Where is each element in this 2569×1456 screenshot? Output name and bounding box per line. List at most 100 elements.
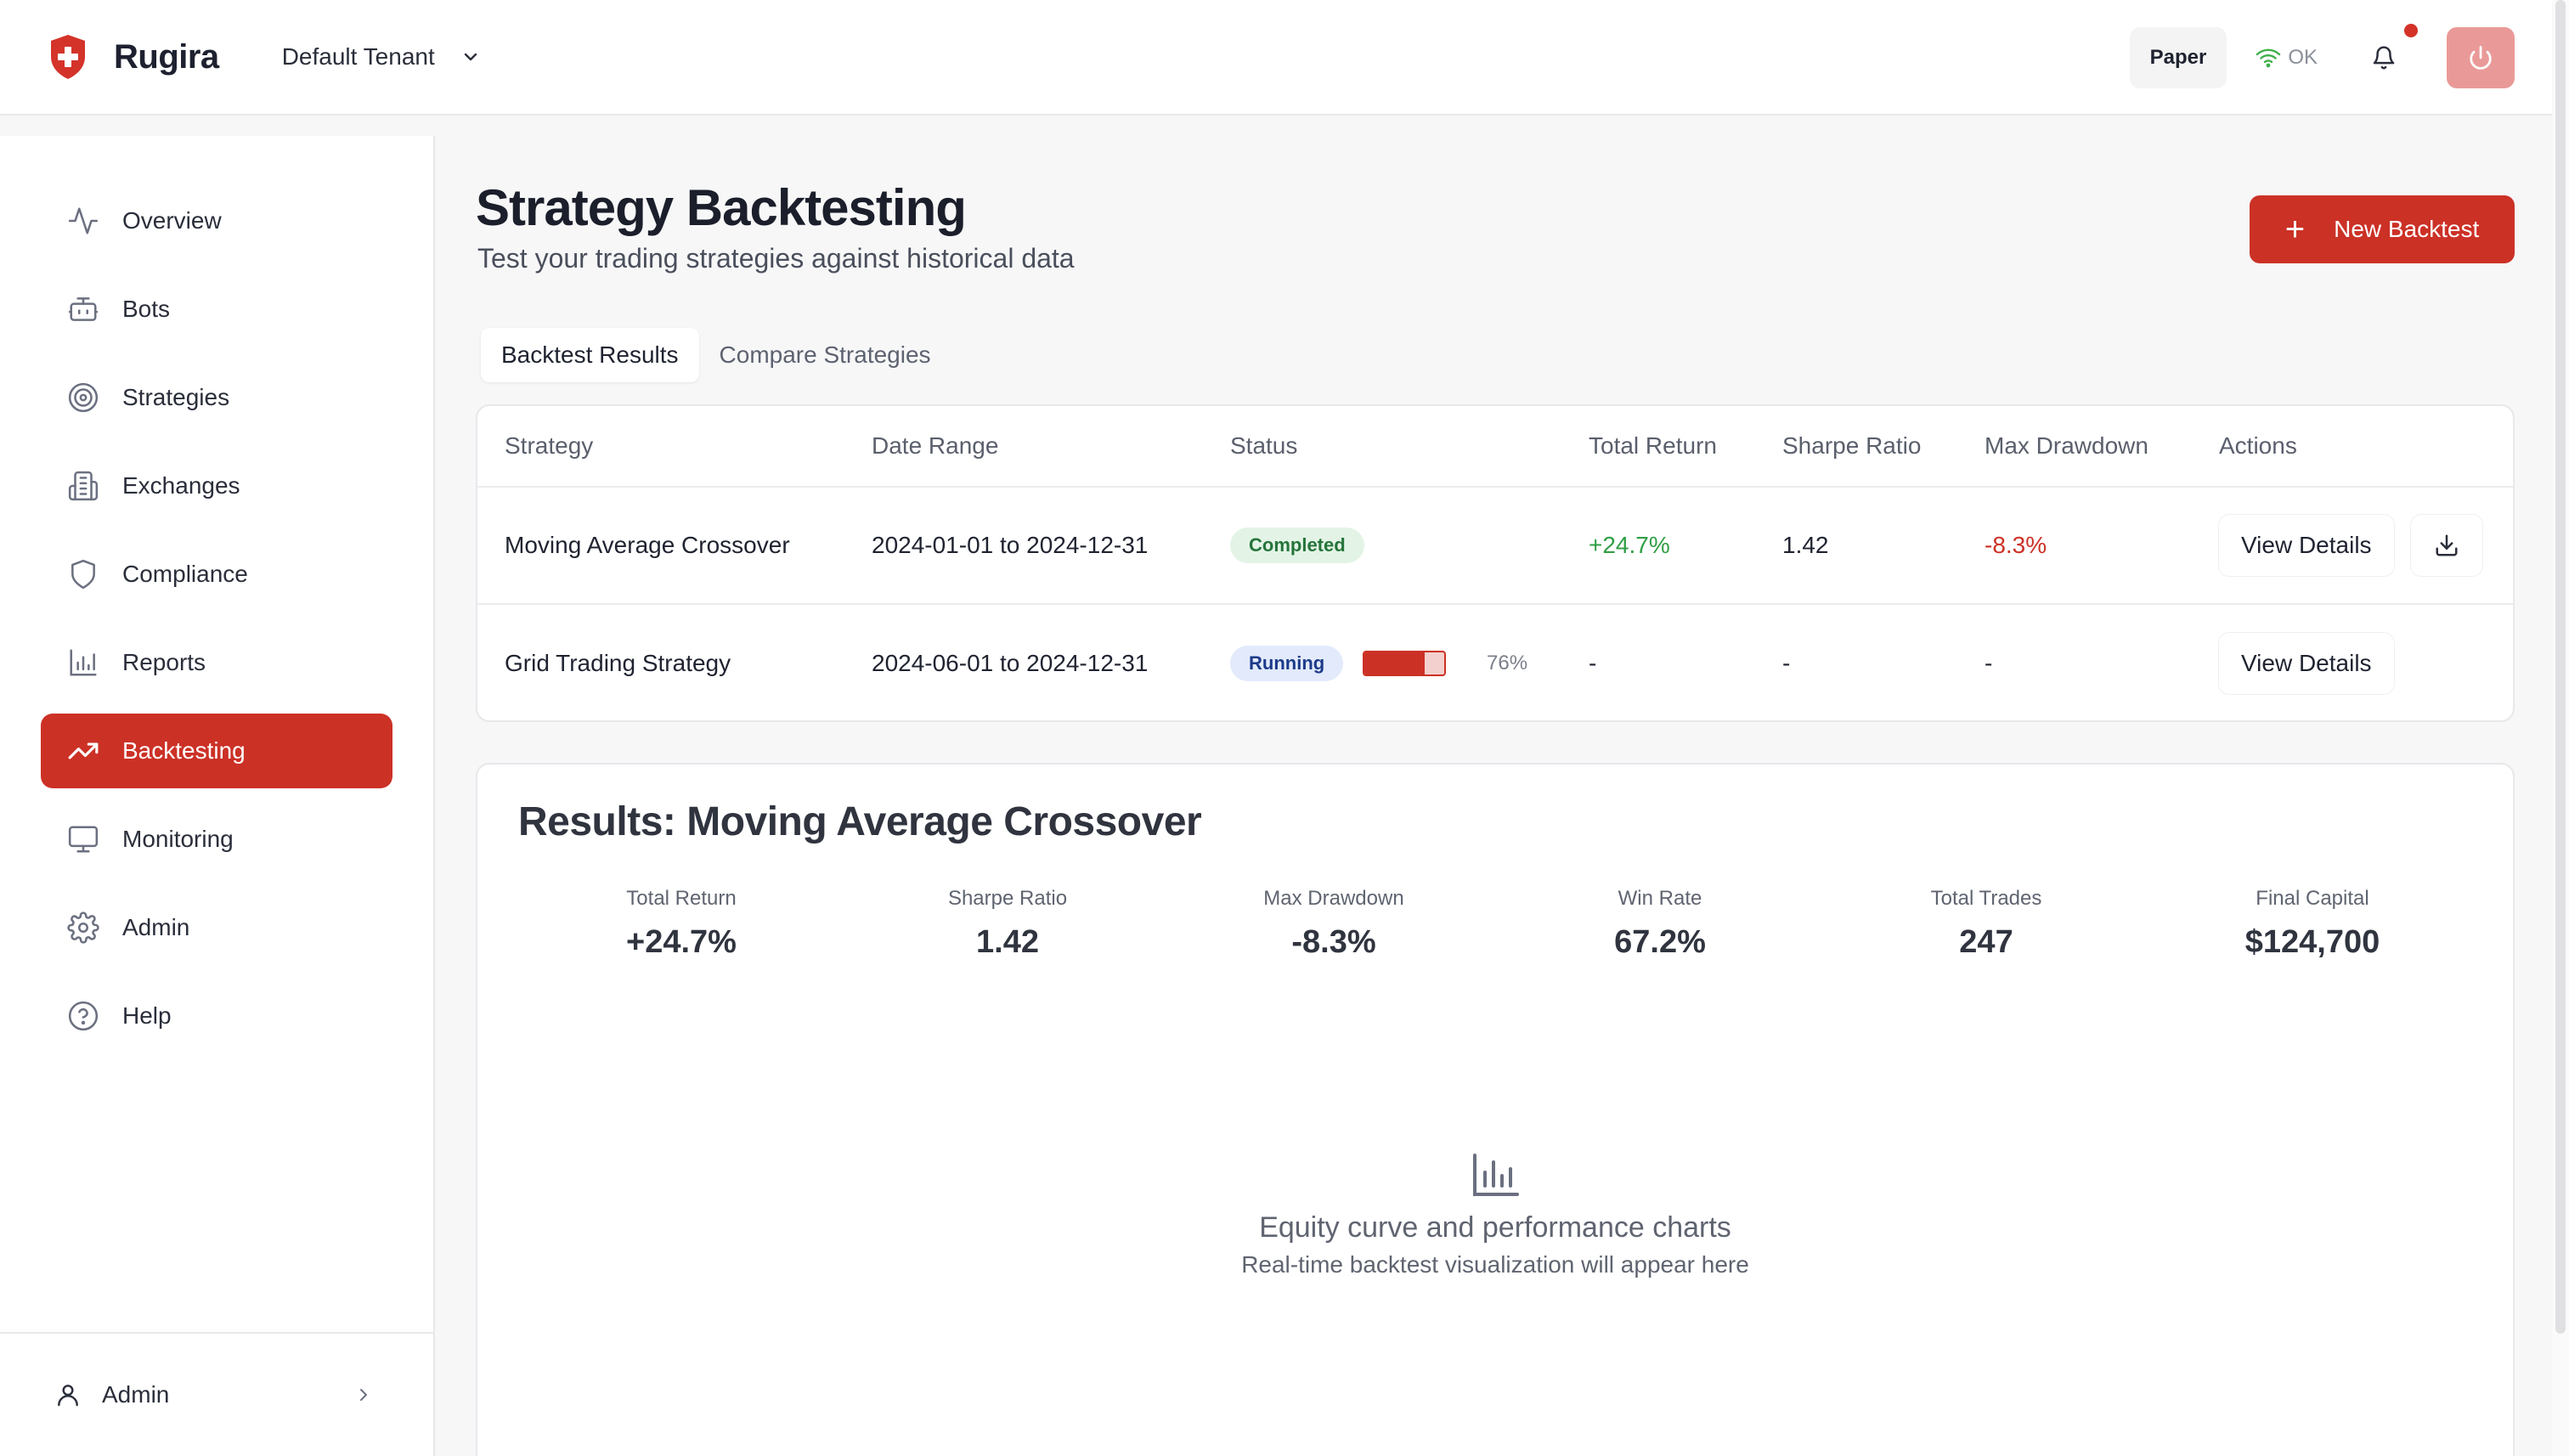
strategy-name: Moving Average Crossover [505, 532, 790, 558]
status-badge: Running [1230, 646, 1344, 681]
column-header: Actions [2219, 432, 2297, 459]
activity-icon [66, 204, 100, 238]
notification-dot [2404, 24, 2418, 37]
app-name: Rugira [114, 37, 219, 76]
column-header: Sharpe Ratio [1782, 432, 1922, 459]
tab-compare-strategies[interactable]: Compare Strategies [699, 328, 951, 382]
monitor-icon [66, 822, 100, 856]
table-row[interactable]: Grid Trading Strategy 2024-06-01 to 2024… [477, 605, 2513, 722]
sidebar-item-admin[interactable]: Admin [41, 890, 392, 965]
metric-label: Sharpe Ratio [947, 887, 1068, 910]
sidebar-item-label: Monitoring [122, 826, 234, 852]
progress-bar [1363, 651, 1446, 676]
view-details-button[interactable]: View Details [2219, 633, 2394, 694]
column-header: Total Return [1589, 432, 1717, 459]
download-button[interactable] [2411, 515, 2482, 576]
sidebar-item-exchanges[interactable]: Exchanges [41, 449, 392, 523]
metric-final-capital: Final Capital $124,700 [2149, 887, 2476, 961]
tenant-selector[interactable]: Default Tenant [282, 43, 481, 71]
scrollbar[interactable] [2552, 0, 2569, 1456]
sidebar-item-label: Help [122, 1002, 172, 1029]
status-badge: Completed [1230, 528, 1364, 563]
bar-chart-icon [66, 646, 100, 680]
connection-label: OK [2288, 46, 2318, 69]
max-drawdown: -8.3% [1985, 532, 2047, 558]
sidebar-nav: Overview Bots Strategies Exchanges Compl… [41, 183, 392, 1067]
power-icon [2470, 46, 2492, 70]
power-button[interactable] [2447, 27, 2515, 88]
total-return: - [1589, 650, 1597, 676]
shield-logo-icon [51, 35, 85, 79]
backtest-table: Strategy Date Range Status Total Return … [476, 404, 2515, 722]
building-icon [66, 469, 100, 503]
sidebar-item-backtesting[interactable]: Backtesting [41, 714, 392, 788]
sidebar-item-bots[interactable]: Bots [41, 272, 392, 347]
sidebar-item-compliance[interactable]: Compliance [41, 537, 392, 612]
date-range: 2024-06-01 to 2024-12-31 [872, 650, 1149, 676]
metric-max-drawdown: Max Drawdown -8.3% [1171, 887, 1497, 961]
metric-label: Final Capital [2256, 887, 2369, 910]
user-name: Admin [102, 1381, 170, 1408]
sidebar-item-reports[interactable]: Reports [41, 625, 392, 700]
new-backtest-button[interactable]: + New Backtest [2250, 195, 2515, 263]
trading-mode-badge[interactable]: Paper [2129, 27, 2227, 88]
metric-value: 247 [1959, 924, 2013, 960]
metric-total-trades: Total Trades 247 [1823, 887, 2149, 961]
page-subtitle: Test your trading strategies against his… [477, 243, 1075, 274]
metric-total-return: Total Return +24.7% [518, 887, 844, 961]
column-header: Date Range [872, 432, 999, 459]
sidebar-item-monitoring[interactable]: Monitoring [41, 802, 392, 877]
tab-list: Backtest Results Compare Strategies [481, 328, 951, 382]
date-range: 2024-01-01 to 2024-12-31 [872, 532, 1149, 558]
help-circle-icon [66, 999, 100, 1033]
download-icon [2436, 534, 2458, 556]
table-row[interactable]: Moving Average Crossover 2024-01-01 to 2… [477, 488, 2513, 605]
brand[interactable]: Rugira [48, 33, 219, 81]
metric-value: 1.42 [976, 924, 1039, 960]
tab-backtest-results[interactable]: Backtest Results [481, 328, 699, 382]
results-title: Results: Moving Average Crossover [518, 799, 1202, 844]
metric-label: Win Rate [1618, 887, 1702, 910]
column-header: Strategy [505, 432, 594, 459]
target-icon [66, 381, 100, 415]
scrollbar-thumb[interactable] [2555, 0, 2566, 1334]
metric-value: -8.3% [1291, 924, 1376, 960]
notifications-button[interactable] [2367, 24, 2418, 75]
connection-status: OK [2256, 46, 2318, 70]
top-bar: Rugira Default Tenant Paper OK [0, 0, 2569, 116]
total-return: +24.7% [1589, 532, 1670, 558]
sidebar-item-help[interactable]: Help [41, 979, 392, 1053]
sidebar-item-label: Admin [122, 914, 190, 940]
settings-icon [66, 911, 100, 945]
table-header: Strategy Date Range Status Total Return … [477, 406, 2513, 488]
metric-label: Max Drawdown [1263, 887, 1404, 910]
sidebar-item-label: Reports [122, 649, 206, 675]
metric-label: Total Trades [1930, 887, 2042, 910]
placeholder-subtitle: Real-time backtest visualization will ap… [1241, 1251, 1749, 1278]
sharpe-ratio: 1.42 [1782, 532, 1829, 558]
metric-label: Total Return [626, 887, 737, 910]
sidebar-item-strategies[interactable]: Strategies [41, 360, 392, 435]
metrics-row: Total Return +24.7% Sharpe Ratio 1.42 Ma… [518, 887, 2476, 961]
sidebar-item-overview[interactable]: Overview [41, 183, 392, 258]
progress-fill [1364, 652, 1426, 674]
bot-icon [66, 292, 100, 326]
metric-value: 67.2% [1614, 924, 1706, 960]
progress-label: 76% [1487, 652, 1528, 674]
results-panel: Results: Moving Average Crossover Total … [476, 763, 2515, 1456]
sidebar: Overview Bots Strategies Exchanges Compl… [0, 136, 435, 1456]
metric-value: +24.7% [626, 924, 737, 960]
user-menu[interactable]: Admin [0, 1332, 433, 1456]
wifi-icon [2256, 48, 2281, 68]
placeholder-title: Equity curve and performance charts [1259, 1211, 1731, 1244]
user-icon [54, 1381, 82, 1408]
bar-chart-icon [477, 1152, 2513, 1199]
column-header: Max Drawdown [1985, 432, 2148, 459]
sidebar-item-label: Bots [122, 296, 171, 322]
view-details-button[interactable]: View Details [2219, 515, 2394, 576]
sidebar-item-label: Backtesting [122, 737, 246, 764]
metric-win-rate: Win Rate 67.2% [1497, 887, 1823, 961]
column-header: Status [1230, 432, 1298, 459]
metric-sharpe-ratio: Sharpe Ratio 1.42 [844, 887, 1171, 961]
strategy-name: Grid Trading Strategy [505, 650, 731, 676]
